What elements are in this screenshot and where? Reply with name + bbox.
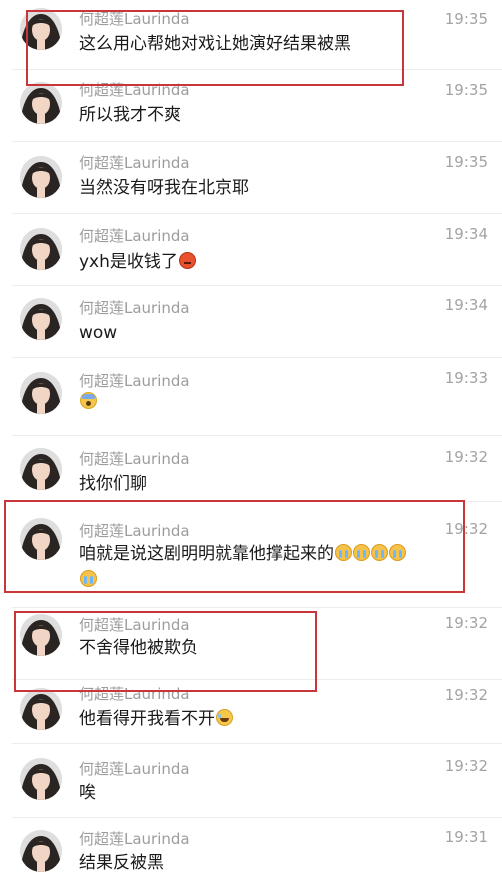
avatar-image	[20, 228, 62, 270]
timestamp: 19:34	[444, 296, 488, 314]
avatar[interactable]	[20, 228, 62, 270]
comment-row[interactable]: 何超莲Laurinda 19:35 这么用心帮她对戏让她演好结果被黑	[0, 0, 502, 70]
avatar-image	[20, 518, 62, 560]
avatar[interactable]	[20, 614, 62, 656]
comment-text: 找你们聊	[79, 471, 449, 497]
timestamp: 19:32	[444, 757, 488, 775]
comment-text-body: 唉	[79, 783, 96, 803]
avatar-image	[20, 372, 62, 414]
username[interactable]: 何超莲Laurinda	[79, 450, 190, 468]
avatar[interactable]	[20, 518, 62, 560]
timestamp: 19:31	[444, 828, 488, 846]
timestamp: 19:33	[444, 369, 488, 387]
username[interactable]: 何超莲Laurinda	[79, 760, 190, 778]
avatar[interactable]	[20, 830, 62, 872]
avatar[interactable]	[20, 372, 62, 414]
comment-text-body: 这么用心帮她对戏让她演好结果被黑	[79, 34, 351, 54]
timestamp: 19:35	[444, 10, 488, 28]
comment-row[interactable]: 何超莲Laurinda 19:35 当然没有呀我在北京耶	[0, 142, 502, 214]
comment-text	[79, 389, 449, 415]
comment-text: 当然没有呀我在北京耶	[79, 175, 449, 201]
comment-text-body: 当然没有呀我在北京耶	[79, 178, 249, 198]
comment-text: yxh是收钱了	[79, 249, 449, 275]
timestamp: 19:35	[444, 81, 488, 99]
username[interactable]: 何超莲Laurinda	[79, 10, 190, 28]
avatar[interactable]	[20, 688, 62, 730]
avatar[interactable]	[20, 448, 62, 490]
comment-row[interactable]: 何超莲Laurinda 19:34 wow	[0, 286, 502, 358]
avatar-image	[20, 298, 62, 340]
comment-row[interactable]: 何超莲Laurinda 19:32 不舍得他被欺负	[0, 608, 502, 680]
comment-text-body: 他看得开我看不开	[79, 709, 215, 729]
avatar-image	[20, 830, 62, 872]
comment-text-body: wow	[79, 323, 118, 343]
comment-row[interactable]: 何超莲Laurinda 19:35 所以我才不爽	[0, 70, 502, 142]
timestamp: 19:32	[444, 686, 488, 704]
username[interactable]: 何超莲Laurinda	[79, 616, 190, 634]
crying-face-icon	[335, 544, 352, 561]
comment-row[interactable]: 何超莲Laurinda 19:33	[0, 358, 502, 436]
username[interactable]: 何超莲Laurinda	[79, 81, 190, 99]
laughing-tears-face-icon	[216, 709, 233, 726]
comment-text: 所以我才不爽	[79, 102, 449, 128]
avatar-image	[20, 448, 62, 490]
comment-text-body: 结果反被黑	[79, 853, 164, 873]
avatar-image	[20, 156, 62, 198]
comment-text: 他看得开我看不开	[79, 706, 449, 732]
timestamp: 19:35	[444, 153, 488, 171]
avatar[interactable]	[20, 758, 62, 800]
crying-face-icon	[80, 570, 97, 587]
avatar-image	[20, 82, 62, 124]
comment-text-body: 咱就是说这剧明明就靠他撑起来的	[79, 544, 334, 564]
crying-face-icon	[389, 544, 406, 561]
comment-text: 结果反被黑	[79, 850, 449, 876]
avatar[interactable]	[20, 156, 62, 198]
username[interactable]: 何超莲Laurinda	[79, 154, 190, 172]
comment-text: 唉	[79, 780, 449, 806]
comment-text-body: 找你们聊	[79, 474, 147, 494]
username[interactable]: 何超莲Laurinda	[79, 830, 190, 848]
avatar-image	[20, 8, 62, 50]
angry-face-icon	[178, 252, 196, 269]
comment-row[interactable]: 何超莲Laurinda 19:32 找你们聊	[0, 436, 502, 502]
username[interactable]: 何超莲Laurinda	[79, 299, 190, 317]
avatar[interactable]	[20, 8, 62, 50]
comment-row[interactable]: 何超莲Laurinda 19:34 yxh是收钱了	[0, 214, 502, 286]
username[interactable]: 何超莲Laurinda	[79, 372, 190, 390]
comment-list: 何超莲Laurinda 19:35 这么用心帮她对戏让她演好结果被黑 何超莲La…	[0, 0, 502, 876]
timestamp: 19:32	[444, 448, 488, 466]
avatar-image	[20, 758, 62, 800]
comment-text-body: 所以我才不爽	[79, 105, 181, 125]
comment-text: 不舍得他被欺负	[79, 635, 449, 661]
avatar-image	[20, 688, 62, 730]
crying-face-icon	[353, 544, 370, 561]
username[interactable]: 何超莲Laurinda	[79, 227, 190, 245]
timestamp: 19:32	[444, 614, 488, 632]
comment-text: 咱就是说这剧明明就靠他撑起来的	[79, 541, 449, 593]
comment-text-body: yxh是收钱了	[79, 252, 178, 272]
comment-row[interactable]: 何超莲Laurinda 19:32 他看得开我看不开	[0, 680, 502, 744]
comment-row[interactable]: 何超莲Laurinda 19:32 唉	[0, 744, 502, 818]
username[interactable]: 何超莲Laurinda	[79, 685, 190, 703]
comment-text: 这么用心帮她对戏让她演好结果被黑	[79, 31, 449, 57]
avatar[interactable]	[20, 298, 62, 340]
avatar[interactable]	[20, 82, 62, 124]
crying-face-icon	[371, 544, 388, 561]
comment-text-body: 不舍得他被欺负	[79, 638, 198, 658]
timestamp: 19:32	[444, 520, 488, 538]
comment-text: wow	[79, 320, 449, 346]
timestamp: 19:34	[444, 225, 488, 243]
avatar-image	[20, 614, 62, 656]
comment-row[interactable]: 何超莲Laurinda 19:32 咱就是说这剧明明就靠他撑起来的	[0, 502, 502, 608]
comment-row[interactable]: 何超莲Laurinda 19:31 结果反被黑	[0, 818, 502, 876]
screaming-face-icon	[80, 392, 97, 409]
username[interactable]: 何超莲Laurinda	[79, 522, 190, 540]
